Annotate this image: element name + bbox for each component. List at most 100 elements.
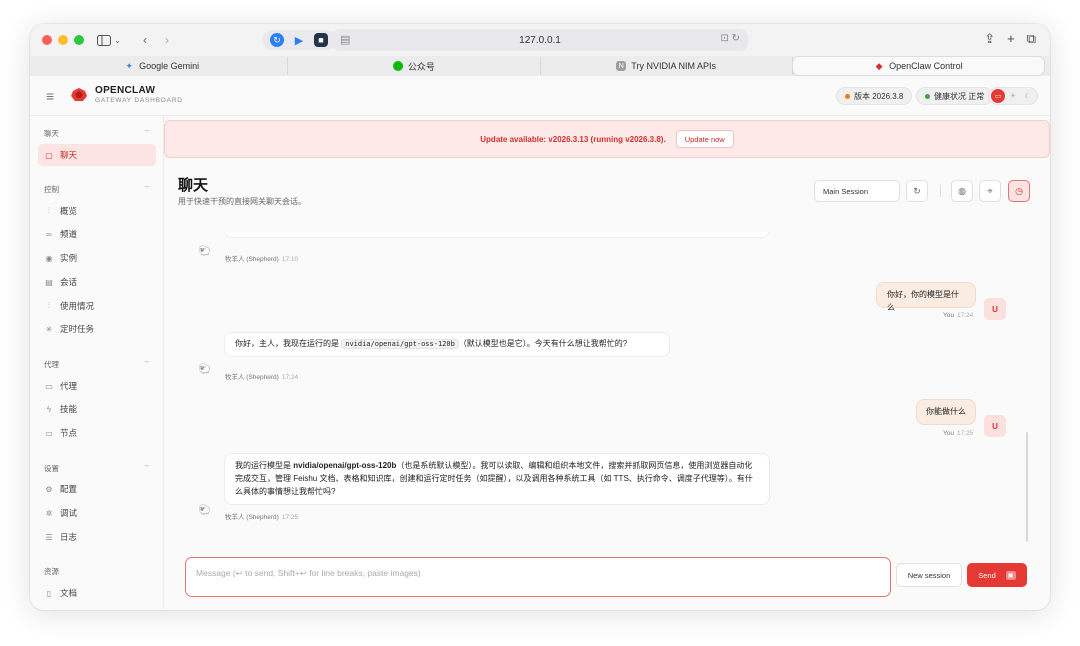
new-tab-icon[interactable]: + (1007, 31, 1015, 47)
book-icon: ▯ (46, 588, 52, 598)
sidebar-item-usage[interactable]: ⫶ 使用情况 (38, 295, 156, 317)
new-session-button[interactable]: New session (896, 563, 962, 587)
sidebar: 聊天 – ▢ 聊天 控制 – ⫶ 概览 ∞ 频道 ◉ 实例 ▤ 会话 ⫶ 使用情… (30, 116, 164, 610)
address-bar[interactable]: ▤ 127.0.0.1 ⊡ ↻ (332, 29, 748, 51)
sidebar-item-label: 技能 (60, 404, 78, 414)
bar-chart-icon: ⫶ (48, 206, 50, 215)
close-window-button[interactable] (42, 35, 52, 45)
zoom-window-button[interactable] (74, 35, 84, 45)
send-button[interactable]: Send ▣ (967, 563, 1027, 587)
sidebar-item-scheduled-tasks[interactable]: ✳ 定时任务 (38, 318, 156, 340)
tab-google-gemini[interactable]: ✦ Google Gemini (36, 57, 289, 75)
session-select[interactable]: Main Session (814, 180, 900, 202)
back-arrow-icon[interactable]: ‹ (138, 31, 152, 49)
message-text: 你好，你的模型是什么 (887, 290, 959, 312)
forward-arrow-icon[interactable]: › (160, 31, 174, 49)
sidebar-section-chat[interactable]: 聊天 (44, 128, 59, 139)
sidebar-section-resources[interactable]: 资源 (44, 566, 59, 577)
message-time: 17:24 (956, 312, 974, 319)
sun-theme-icon[interactable]: ☀ (1006, 89, 1020, 103)
nvidia-n-icon: N (616, 61, 627, 71)
title-bar: ⌄ ‹ › ↻ ▶ ■ ▤ 127.0.0.1 ⊡ ↻ ⇪ + ⧉ (30, 24, 1050, 56)
sidebar-item-nodes[interactable]: ▭ 节点 (38, 422, 156, 444)
user-avatar: U (984, 415, 1006, 437)
hamburger-menu-icon[interactable]: ≡ (46, 88, 54, 104)
page-icon: ▤ (340, 34, 351, 46)
moon-theme-icon[interactable]: ☾ (1021, 89, 1035, 103)
tab-wechat[interactable]: 公众号 (288, 57, 541, 75)
wechat-icon (392, 61, 403, 71)
sidebar-item-label: 会话 (60, 277, 78, 287)
sidebar-item-logs[interactable]: ☰ 日志 (38, 526, 156, 548)
sidebar-item-label: 日志 (60, 532, 78, 542)
message-text: 我的运行模型是 (235, 461, 294, 470)
sidebar-toggle-icon[interactable]: ⌄ (94, 31, 124, 49)
collapse-icon[interactable]: – (145, 357, 149, 366)
brain-icon[interactable]: ◍ (951, 180, 973, 202)
sidebar-item-label: 节点 (60, 428, 78, 438)
extension-play-icon[interactable]: ▶ (292, 33, 306, 47)
tab-nvidia-nim[interactable]: N Try NVIDIA NIM APIs (541, 57, 793, 75)
bug-icon: ✲ (45, 508, 53, 518)
message-meta: You 17:25 (943, 430, 973, 437)
sidebar-item-chat[interactable]: ▢ 聊天 (38, 144, 156, 166)
brand: OPENCLAW GATEWAY DASHBOARD (95, 85, 183, 104)
monitor-theme-icon[interactable]: ▭ (991, 89, 1006, 103)
chat-thread: 🐑 牧羊人 (Shepherd) 17:10 你好，你的模型是什么 U You 17… (164, 232, 1050, 550)
sidebar-item-label: 配置 (60, 484, 78, 494)
sidebar-section-control[interactable]: 控制 (44, 184, 59, 195)
collapse-icon[interactable]: – (145, 182, 149, 191)
sidebar-item-label: 使用情况 (60, 301, 95, 311)
sidebar-item-debug[interactable]: ✲ 调试 (38, 502, 156, 524)
sidebar-item-sessions[interactable]: ▤ 会话 (38, 271, 156, 293)
sidebar-item-channels[interactable]: ∞ 频道 (38, 223, 156, 245)
tab-label: OpenClaw Control (889, 61, 963, 71)
sender-name: 牧羊人 (Shepherd) (225, 256, 279, 263)
extension-sync-icon[interactable]: ↻ (270, 33, 284, 47)
chevron-down-icon: ⌄ (114, 35, 121, 45)
sidebar-section-agents[interactable]: 代理 (44, 359, 59, 370)
message-time: 17:10 (281, 256, 299, 263)
monitor-icon: ▭ (45, 428, 53, 438)
sidebar-item-agents[interactable]: ▭ 代理 (38, 375, 156, 397)
focus-icon[interactable]: ⌖ (979, 180, 1001, 202)
brand-title: OPENCLAW (95, 85, 156, 96)
message-input[interactable]: Message (↩ to send, Shift+↩ for line bre… (185, 557, 891, 597)
version-pill: 版本 2026.3.8 (836, 87, 913, 105)
update-now-button[interactable]: Update now (675, 130, 734, 148)
tab-label: Google Gemini (139, 61, 200, 71)
sheep-avatar-icon: 🐑 (198, 363, 212, 375)
sidebar-item-skills[interactable]: ϟ 技能 (38, 398, 156, 420)
chat-scrollbar[interactable] (1026, 432, 1028, 542)
sender-name: You (943, 312, 954, 319)
sidebar-section-settings[interactable]: 设置 (44, 463, 59, 474)
tab-openclaw-control[interactable]: ◆ OpenClaw Control (792, 57, 1044, 75)
link-icon: ∞ (46, 229, 52, 239)
openclaw-icon: ◆ (875, 60, 883, 71)
refresh-icon[interactable]: ↻ (906, 180, 928, 202)
clock-icon[interactable]: ◷ (1008, 180, 1030, 202)
document-icon: ▤ (45, 277, 53, 287)
sidebar-item-instances[interactable]: ◉ 实例 (38, 247, 156, 269)
extension-game-icon[interactable]: ■ (314, 33, 328, 47)
sidebar-item-docs[interactable]: ▯ 文档 (38, 582, 156, 604)
tab-overview-icon[interactable]: ⧉ (1027, 31, 1036, 47)
sender-name: You (943, 430, 954, 437)
sidebar-item-label: 调试 (60, 508, 78, 518)
collapse-icon[interactable]: – (145, 126, 149, 135)
minimize-window-button[interactable] (58, 35, 68, 45)
sender-name: 牧羊人 (Shepherd) (225, 514, 279, 521)
sidebar-item-overview[interactable]: ⫶ 概览 (38, 200, 156, 222)
translate-reload-icon[interactable]: ⊡ ↻ (720, 33, 740, 44)
tab-label: 公众号 (407, 61, 435, 72)
user-message-bubble: 你好，你的模型是什么 (876, 282, 976, 312)
share-icon[interactable]: ⇪ (984, 31, 995, 47)
collapse-icon[interactable]: – (145, 461, 149, 470)
lightning-icon: ϟ (46, 404, 52, 414)
sidebar-item-config[interactable]: ⚙ 配置 (38, 478, 156, 500)
message-meta: 牧羊人 (Shepherd) 17:25 (225, 511, 298, 521)
message-meta: 牧羊人 (Shepherd) 17:24 (225, 371, 298, 381)
version-dot-icon (845, 93, 850, 99)
message-time: 17:25 (281, 514, 299, 521)
message-time: 17:25 (956, 430, 974, 437)
